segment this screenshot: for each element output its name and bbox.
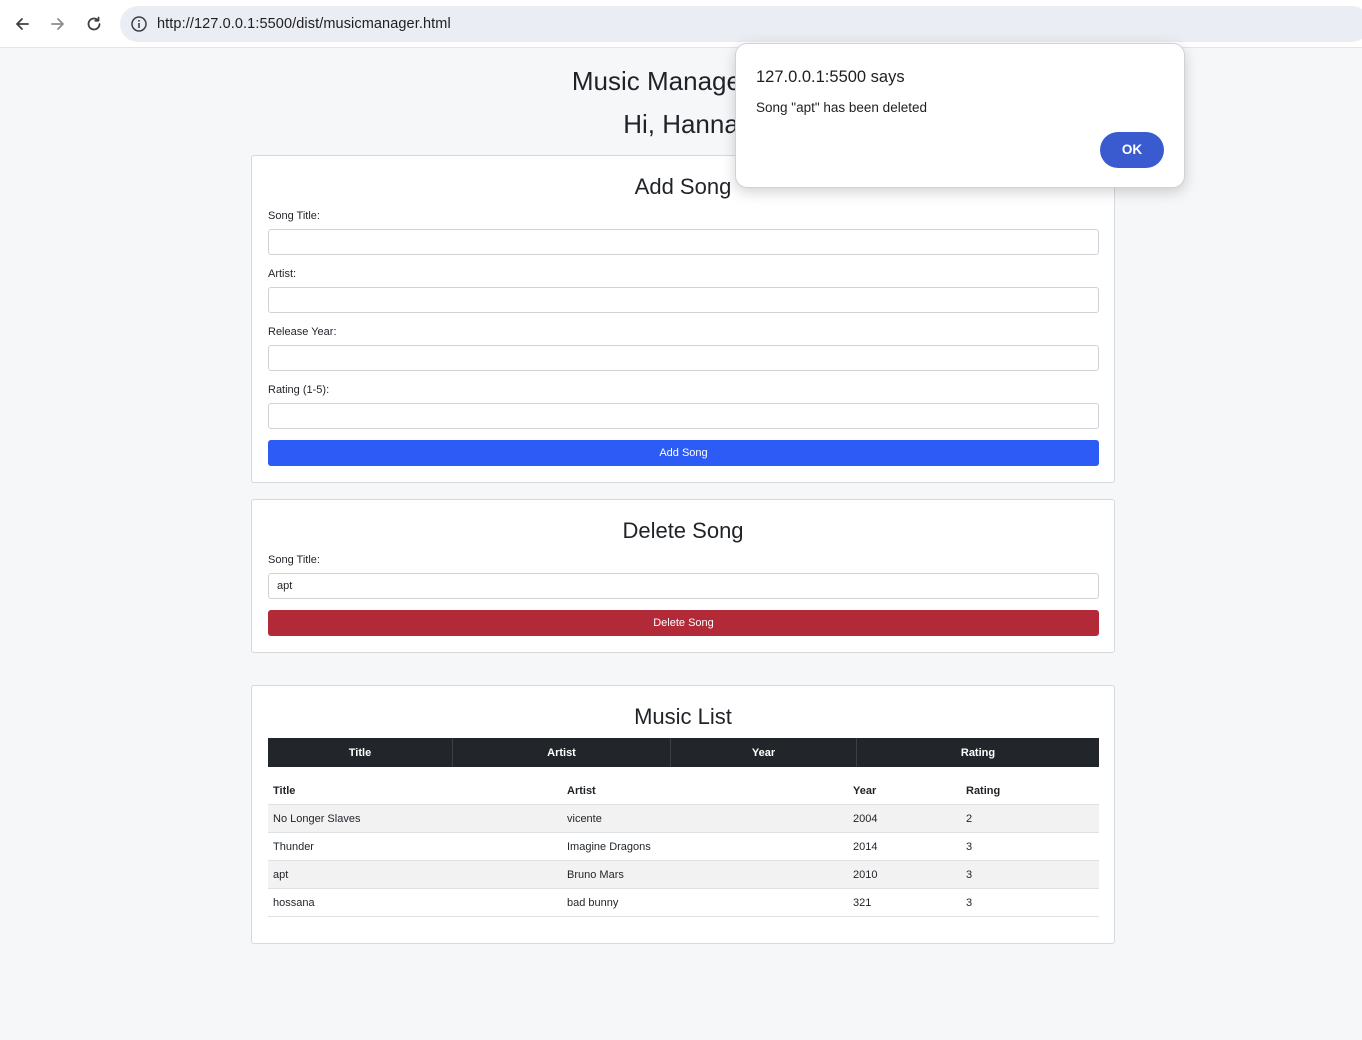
delete-song-button[interactable]: Delete Song [268,610,1099,636]
delete-song-heading: Delete Song [622,518,744,543]
song-title-input[interactable] [268,229,1099,255]
forward-button[interactable] [46,12,70,36]
cell-artist: Bruno Mars [567,869,624,881]
cell-title: hossana [273,897,315,909]
col-artist: Artist [567,785,596,797]
artist-input[interactable] [268,287,1099,313]
dialog-title: 127.0.0.1:5500 says [756,68,905,86]
cell-artist: bad bunny [567,897,619,909]
col-rating: Rating [966,785,1001,797]
cell-year: 2004 [853,813,878,825]
cell-artist: vicente [567,813,602,825]
cell-title: apt [273,869,289,881]
cell-rating: 3 [966,841,973,853]
add-song-card: Add Song Song Title: Artist: Release Yea… [251,155,1115,483]
sort-header-artist[interactable]: Artist [453,738,671,767]
cell-year: 321 [853,897,872,909]
url-text: http://127.0.0.1:5500/dist/musicmanager.… [157,16,451,32]
cell-year: 2010 [853,869,878,881]
music-list-heading: Music List [634,704,732,729]
back-button[interactable] [10,12,34,36]
table-row: hossana bad bunny 321 3 [268,889,1099,917]
browser-toolbar: http://127.0.0.1:5500/dist/musicmanager.… [0,0,1362,48]
song-title-label: Song Title: [268,210,320,222]
artist-label: Artist: [268,268,297,280]
cell-year: 2014 [853,841,878,853]
rating-input[interactable] [268,403,1099,429]
col-title: Title [273,785,296,797]
reload-button[interactable] [82,12,106,36]
sort-header-year[interactable]: Year [671,738,857,767]
arrow-left-icon [16,18,29,30]
cell-title: No Longer Slaves [273,813,361,825]
delete-title-label: Song Title: [268,554,320,566]
rating-label: Rating (1-5): [268,384,330,396]
arrow-right-icon [51,18,64,30]
delete-song-card: Delete Song Song Title: apt Delete Song [251,499,1115,653]
dialog-message: Song "apt" has been deleted [756,100,927,115]
release-year-label: Release Year: [268,326,337,338]
ok-button[interactable]: OK [1100,132,1164,168]
address-bar[interactable]: http://127.0.0.1:5500/dist/musicmanager.… [120,6,1362,42]
table-header-row: Title Artist Year Rating [268,777,1099,805]
add-song-button[interactable]: Add Song [268,440,1099,466]
table-row: apt Bruno Mars 2010 3 [268,861,1099,889]
sort-header-bar: Title Artist Year Rating [268,738,1099,767]
table-row: Thunder Imagine Dragons 2014 3 [268,833,1099,861]
reload-icon [87,16,101,31]
table-row: No Longer Slaves vicente 2004 2 [268,805,1099,833]
cell-rating: 3 [966,869,973,881]
sort-header-title[interactable]: Title [268,738,453,767]
sort-header-rating[interactable]: Rating [857,738,1099,767]
alert-dialog: 127.0.0.1:5500 says Song "apt" has been … [735,43,1185,188]
music-list-card: Music List Title Artist Year Rating Titl… [251,685,1115,944]
cell-rating: 3 [966,897,973,909]
delete-title-input[interactable]: apt [268,573,1099,599]
cell-rating: 2 [966,813,973,825]
cell-artist: Imagine Dragons [567,841,651,853]
col-year: Year [853,785,877,797]
info-icon[interactable] [130,15,148,33]
release-year-input[interactable] [268,345,1099,371]
cell-title: Thunder [273,841,314,853]
